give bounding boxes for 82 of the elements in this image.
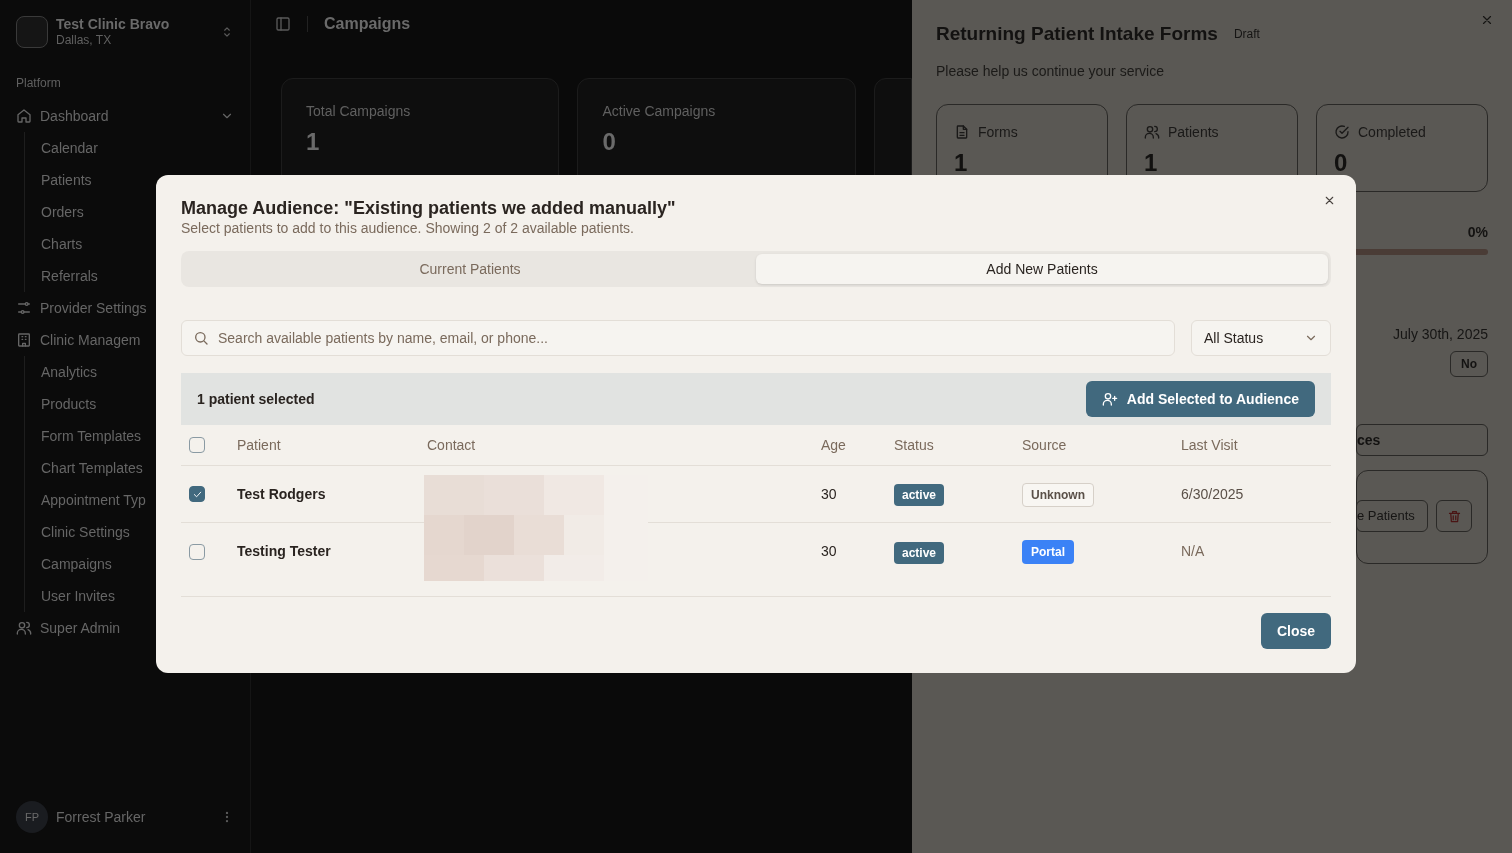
stat-label: Completed [1358,122,1426,142]
stat-value: 1 [954,147,969,178]
building-icon [16,332,32,348]
patient-name: Testing Tester [237,542,332,561]
users-icon [1144,124,1160,140]
user-avatar: FP [16,801,48,833]
nav-subitem[interactable]: Referrals [41,265,98,287]
status-tag: Draft [1233,25,1260,44]
nav-subitem[interactable]: Campaigns [41,553,112,575]
clinic-name: Test Clinic Bravo [56,15,171,34]
checkbox[interactable] [189,486,205,502]
user-name: Forrest Parker [56,807,147,827]
nav-subitem[interactable]: Charts [41,233,83,255]
source-tag: Portal [1022,540,1074,564]
nav-item[interactable]: Clinic Managem [40,329,141,351]
status-select[interactable]: All Status [1191,320,1331,356]
nav-subitem[interactable]: Calendar [41,137,98,159]
stat-value: 0 [1334,147,1349,178]
checkbox[interactable] [189,543,205,560]
patient-name: Test Rodgers [237,484,327,504]
nav-item[interactable]: Dashboard [40,105,109,127]
sheet-title: Returning Patient Intake Forms [936,22,1218,46]
stat-value: 1 [306,127,320,157]
nav-subitem[interactable]: Appointment Typ [41,489,146,511]
column-header: Source [1022,435,1068,455]
close-button[interactable]: Close [1260,613,1331,649]
status-tag: active [894,484,945,506]
stat-label: Total Campaigns [306,102,411,121]
sliders-icon [16,300,32,316]
close-icon[interactable] [1323,194,1336,207]
last-visit-cell-text: N/A [1181,542,1206,561]
delete-button[interactable] [1436,500,1472,532]
tab[interactable]: Add New Patients [756,254,1328,284]
add-button[interactable]: Add Selected to Audience [1085,381,1315,417]
nav-subitem[interactable]: User Invites [41,585,115,607]
home-icon [16,108,32,124]
selection-count: 1 patient selected [197,389,315,409]
page-title: Campaigns [324,14,411,34]
source-tag: Unknown [1022,482,1094,507]
nav-subitem[interactable]: Clinic Settings [41,521,130,543]
age-cell-text: 30 [821,484,838,504]
nav-subitem[interactable]: Orders [41,201,84,223]
modal-subtitle: Select patients to add to this audience. Showing 2 of 2 available patients. [181,219,635,237]
checkbox[interactable] [189,437,205,453]
sheet-description: Please help us continue your service [936,61,1166,81]
stat-label: Active Campaigns [602,102,716,121]
stat-label: Forms [978,122,1018,142]
search-field[interactable]: Search available patients by name, email, or phone... [181,320,1175,356]
date-text: July 30th, 2025 [1393,325,1488,344]
users-icon [16,620,32,636]
last-visit-cell-text: 6/30/2025 [1181,484,1245,504]
column-header: Contact [427,435,477,455]
user-plus-icon [1101,391,1118,407]
nav-subitem[interactable]: Products [41,393,97,415]
column-header: Age [821,435,847,455]
nav-subitem[interactable]: Patients [41,169,92,191]
stat-value: 0 [602,127,616,157]
clinic-location: Dallas, TX [56,33,113,49]
modal-title: Manage Audience: "Existing patients we added manually" [181,197,677,219]
document-icon [954,124,970,140]
section-label: Platform [16,75,61,92]
status-tag: active [894,541,945,564]
age-cell-text: 30 [821,542,838,561]
nav-item[interactable]: Super Admin [40,617,121,639]
status-tag: No [1450,351,1488,377]
search-icon [193,330,209,346]
trash-icon [1446,508,1462,524]
column-header: Patient [237,435,282,455]
column-header: Last Visit [1181,435,1239,455]
tab[interactable]: Current Patients [184,254,756,284]
section-title: ces [1357,430,1381,450]
nav-subitem[interactable]: Analytics [41,361,98,383]
stat-value: 1 [1144,147,1159,178]
progress-reading: 0% [1467,222,1488,242]
sidebar-toggle-icon[interactable] [275,16,291,32]
nav-item[interactable]: Provider Settings [40,297,147,319]
nav-subitem[interactable]: Form Templates [41,425,142,447]
column-header: Status [894,435,935,455]
clinic-logo [16,16,48,48]
nav-subitem[interactable]: Chart Templates [41,457,143,479]
stat-label: Patients [1168,122,1219,142]
check-circle-icon [1334,124,1350,140]
